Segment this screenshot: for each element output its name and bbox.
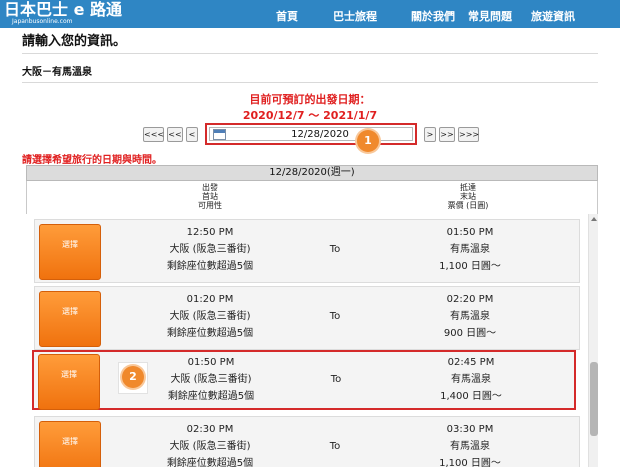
select-button[interactable]: 選擇 xyxy=(39,421,101,467)
arrival-stop: 有馬溫泉 xyxy=(450,441,490,452)
prev-day-button[interactable]: < xyxy=(186,127,198,142)
divider xyxy=(22,82,598,83)
arrive-label: 抵達 xyxy=(460,183,476,192)
arrival-info: 03:30 PM 有馬溫泉 1,100 日圓～ xyxy=(420,421,520,467)
page-title: 請輸入您的資訊。 xyxy=(22,34,127,49)
logo-subtext: Japanbusonline.com xyxy=(12,18,73,25)
arrival-info: 01:50 PM 有馬溫泉 1,100 日圓～ xyxy=(420,224,520,275)
prev-month-button[interactable]: <<< xyxy=(143,127,164,142)
timetable-list: 選擇 12:50 PM 大阪 (阪急三番街) 剩餘座位數超過5個 To 01:5… xyxy=(26,214,598,467)
seat-availability: 剩餘座位數超過5個 xyxy=(166,328,254,339)
nav-about-us[interactable]: 關於我們 xyxy=(411,8,455,24)
select-button[interactable]: 選擇 xyxy=(38,354,100,410)
date-input[interactable]: 12/28/2020 xyxy=(209,127,413,141)
scrollbar-thumb[interactable] xyxy=(590,362,598,436)
site-logo[interactable]: 日本巴士 e 路通 Japanbusonline.com xyxy=(4,0,122,26)
to-label: To xyxy=(329,441,341,452)
departure-stop: 大阪 (阪急三番街) xyxy=(169,244,251,255)
calendar-icon[interactable] xyxy=(213,129,226,140)
departure-info: 01:20 PM 大阪 (阪急三番街) 剩餘座位數超過5個 xyxy=(155,291,265,342)
departure-time: 01:20 PM xyxy=(186,294,234,305)
bookable-date-range: 2020/12/7 ～ 2021/1/7 xyxy=(242,109,378,122)
arrival-info: 02:20 PM 有馬溫泉 900 日圓～ xyxy=(420,291,520,342)
select-button[interactable]: 選擇 xyxy=(39,224,101,280)
step-badge-2: 2 xyxy=(122,366,144,388)
last-stop-label: 末站 xyxy=(460,192,476,201)
departure-stop: 大阪 (阪急三番街) xyxy=(170,374,252,385)
timetable-date-header: 12/28/2020(週一) xyxy=(26,165,598,181)
to-label: To xyxy=(329,311,341,322)
step-badge-1: 1 xyxy=(357,130,379,152)
top-navigation-bar: 日本巴士 e 路通 Japanbusonline.com 首頁 巴士旅程 關於我… xyxy=(0,0,620,28)
select-button[interactable]: 選擇 xyxy=(39,291,101,347)
departure-info: 02:30 PM 大阪 (阪急三番街) 剩餘座位數超過5個 xyxy=(155,421,265,467)
nav-home[interactable]: 首頁 xyxy=(276,8,298,24)
divider xyxy=(22,53,598,54)
seat-availability: 剩餘座位數超過5個 xyxy=(166,458,254,467)
select-date-prompt: 請選擇希望旅行的日期與時間。 xyxy=(22,155,162,166)
next-day-button[interactable]: > xyxy=(424,127,436,142)
fare: 1,100 日圓～ xyxy=(439,261,501,272)
fare: 900 日圓～ xyxy=(443,328,497,339)
next-month-button[interactable]: >>> xyxy=(458,127,479,142)
arrive-column-header: 抵達 末站 票價 (日圓) xyxy=(428,183,508,210)
nav-bus-tours[interactable]: 巴士旅程 xyxy=(333,8,377,24)
fare-label: 票價 (日圓) xyxy=(447,201,489,210)
departure-stop: 大阪 (阪急三番街) xyxy=(169,441,251,452)
to-label: To xyxy=(330,374,342,385)
depart-column-header: 出發 首站 可用性 xyxy=(170,183,250,210)
table-row: 選擇 01:20 PM 大阪 (阪急三番街) 剩餘座位數超過5個 To 02:2… xyxy=(34,286,580,350)
availability-label: 可用性 xyxy=(198,201,222,210)
table-row-highlighted: 選擇 2 01:50 PM 大阪 (阪急三番街) 剩餘座位數超過5個 To 02… xyxy=(32,350,576,410)
to-label: To xyxy=(329,244,341,255)
column-header-frame xyxy=(26,181,598,214)
date-picker-highlight: 12/28/2020 xyxy=(205,123,417,145)
arrival-time: 01:50 PM xyxy=(446,227,494,238)
departure-time: 12:50 PM xyxy=(186,227,234,238)
arrival-time: 03:30 PM xyxy=(446,424,494,435)
nav-faq[interactable]: 常見問題 xyxy=(468,8,512,24)
next-week-button[interactable]: >> xyxy=(439,127,455,142)
table-row: 選擇 12:50 PM 大阪 (阪急三番街) 剩餘座位數超過5個 To 01:5… xyxy=(34,219,580,283)
arrival-info: 02:45 PM 有馬溫泉 1,400 日圓～ xyxy=(421,354,521,405)
depart-label: 出發 xyxy=(202,183,218,192)
arrival-stop: 有馬溫泉 xyxy=(451,374,491,385)
seat-availability: 剩餘座位數超過5個 xyxy=(167,391,255,402)
table-row: 選擇 02:30 PM 大阪 (阪急三番街) 剩餘座位數超過5個 To 03:3… xyxy=(34,416,580,467)
arrival-time: 02:20 PM xyxy=(446,294,494,305)
fare: 1,100 日圓～ xyxy=(439,458,501,467)
arrival-time: 02:45 PM xyxy=(447,357,495,368)
timetable-scrollbar[interactable] xyxy=(588,214,598,467)
scroll-up-icon[interactable] xyxy=(591,217,597,221)
route-name: 大阪－有馬溫泉 xyxy=(22,67,92,78)
bookable-date-caption: 目前可預訂的出發日期： xyxy=(249,93,371,106)
departure-time: 02:30 PM xyxy=(186,424,234,435)
first-stop-label: 首站 xyxy=(202,192,218,201)
departure-info: 12:50 PM 大阪 (阪急三番街) 剩餘座位數超過5個 xyxy=(155,224,265,275)
arrival-stop: 有馬溫泉 xyxy=(450,244,490,255)
seat-availability: 剩餘座位數超過5個 xyxy=(166,261,254,272)
departure-stop: 大阪 (阪急三番街) xyxy=(169,311,251,322)
prev-week-button[interactable]: << xyxy=(167,127,183,142)
departure-info: 01:50 PM 大阪 (阪急三番街) 剩餘座位數超過5個 xyxy=(156,354,266,405)
departure-time: 01:50 PM xyxy=(187,357,235,368)
fare: 1,400 日圓～ xyxy=(440,391,502,402)
arrival-stop: 有馬溫泉 xyxy=(450,311,490,322)
nav-travel-info[interactable]: 旅遊資訊 xyxy=(531,8,575,24)
logo-text: 日本巴士 e 路通 xyxy=(4,0,122,19)
